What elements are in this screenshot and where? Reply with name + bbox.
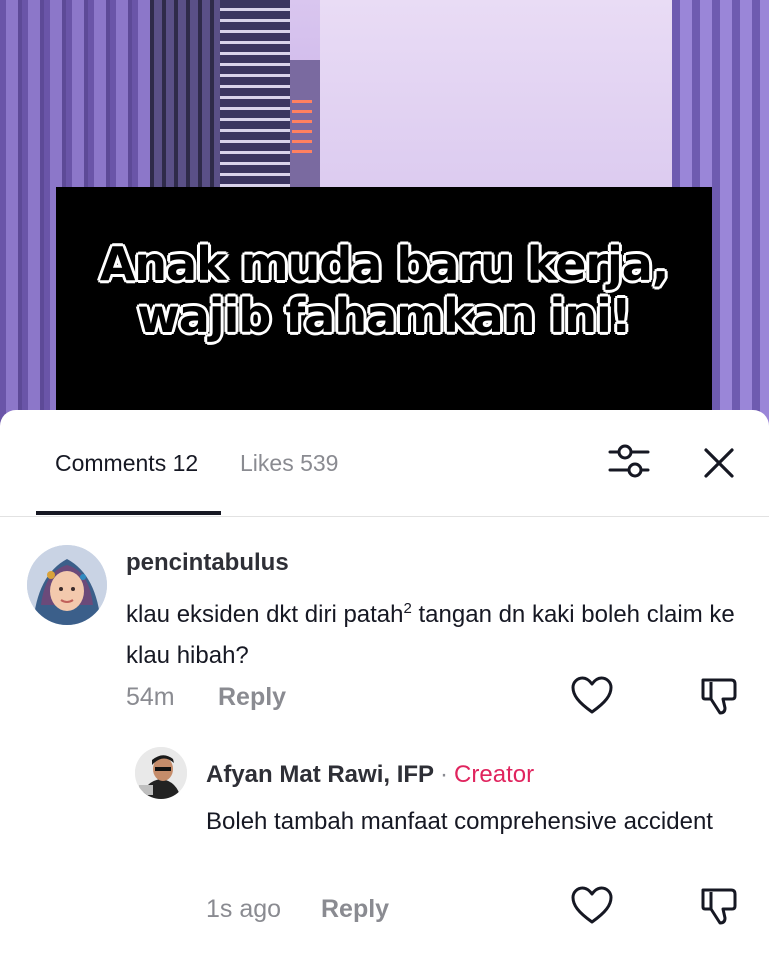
like-button[interactable] xyxy=(570,674,614,718)
comment-username[interactable]: pencintabulus xyxy=(126,549,289,577)
comment-timestamp: 54m xyxy=(126,683,175,711)
comments-sheet: Comments 12 Likes 539 pencintabulus klau… xyxy=(0,410,769,960)
thumbs-down-icon xyxy=(701,678,737,715)
reply-button[interactable]: Reply xyxy=(218,683,286,712)
user-avatar-image xyxy=(27,545,107,625)
avatar[interactable] xyxy=(27,545,107,625)
building-mid xyxy=(220,0,290,200)
dislike-button[interactable] xyxy=(697,884,741,928)
sliders-icon xyxy=(608,444,650,478)
comment-timestamp: 1s ago xyxy=(206,895,282,923)
comment-text-part: klau eksiden dkt diri patah xyxy=(126,601,404,628)
comment-text: Boleh tambah manfaat comprehensive accid… xyxy=(206,808,713,835)
avatar[interactable] xyxy=(135,747,187,799)
heart-icon xyxy=(571,886,613,924)
like-button[interactable] xyxy=(570,884,614,928)
active-tab-indicator xyxy=(36,511,221,515)
reply-button[interactable]: Reply xyxy=(321,895,389,924)
thumbs-down-icon xyxy=(701,888,737,925)
caption-line-1: Anak muda baru kerja, xyxy=(99,237,670,291)
creator-badge: Creator xyxy=(454,761,535,788)
dislike-button[interactable] xyxy=(697,674,741,718)
separator-dot: · xyxy=(440,761,449,788)
close-button[interactable] xyxy=(700,444,738,482)
close-icon xyxy=(704,448,734,478)
video-background[interactable]: Anak muda baru kerja, wajib fahamkan ini… xyxy=(0,0,769,430)
filter-button[interactable] xyxy=(606,442,652,482)
caption-line-2: wajib fahamkan ini! xyxy=(137,289,631,343)
creator-username[interactable]: Afyan Mat Rawi, IFP xyxy=(206,761,434,788)
tab-likes[interactable]: Likes 539 xyxy=(240,450,338,477)
building-lights xyxy=(292,100,312,160)
comment-text: klau eksiden dkt diri patah2 tangan dn k… xyxy=(126,588,746,676)
creator-avatar-image xyxy=(135,747,187,799)
comment-username: Afyan Mat Rawi, IFP · Creator xyxy=(206,761,534,789)
comment-superscript: 2 xyxy=(403,600,412,617)
heart-icon xyxy=(571,676,613,714)
sky-image xyxy=(320,0,672,190)
tab-comments[interactable]: Comments 12 xyxy=(55,450,198,477)
tab-bar: Comments 12 Likes 539 xyxy=(0,410,769,517)
video-caption: Anak muda baru kerja, wajib fahamkan ini… xyxy=(56,238,712,342)
